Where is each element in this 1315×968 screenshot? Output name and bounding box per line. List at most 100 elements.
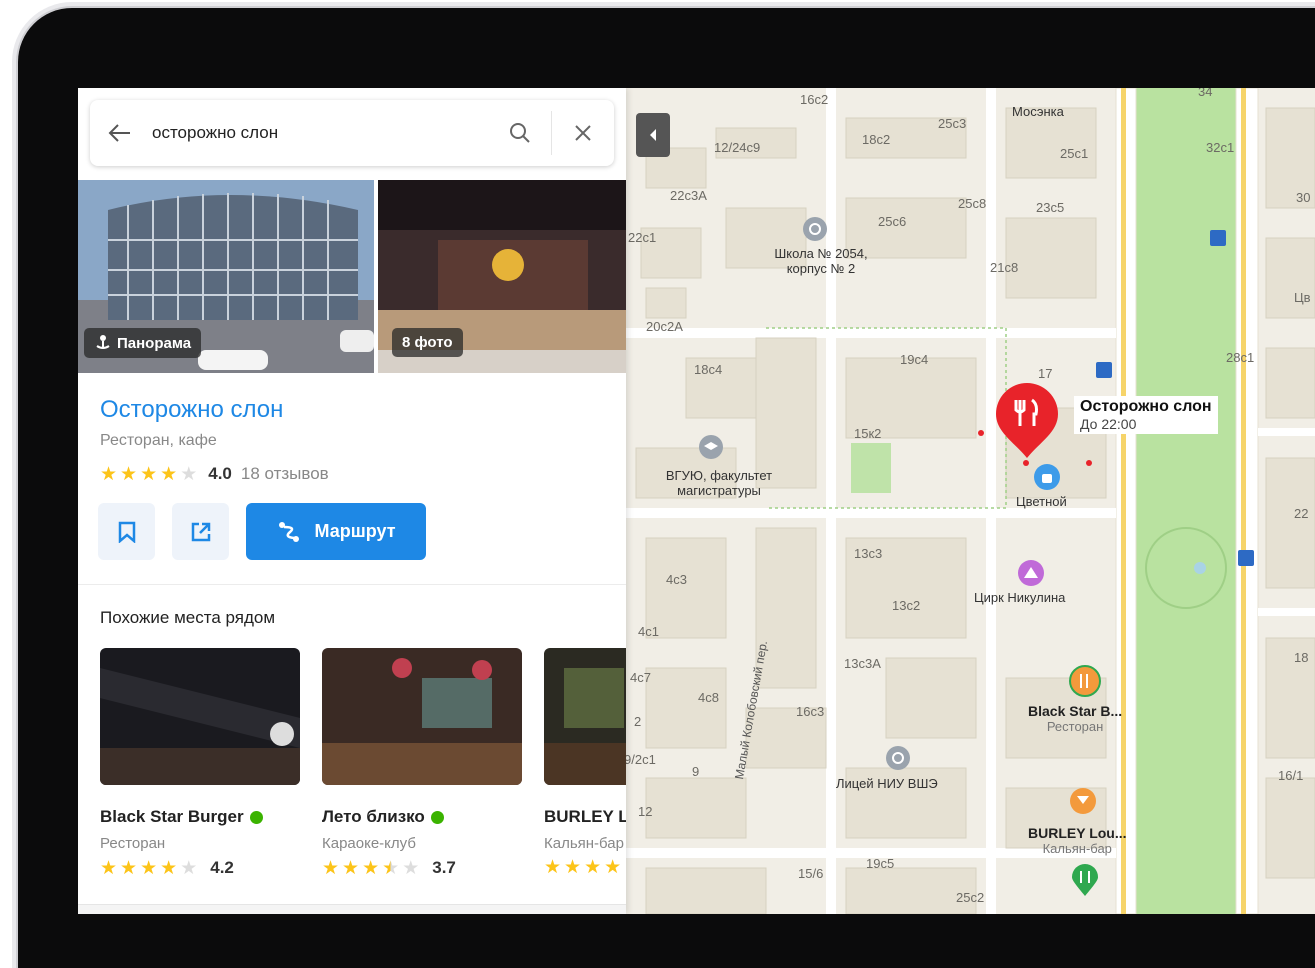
poi-label[interactable]: Цветной xyxy=(1016,494,1067,509)
star-icon: ★ xyxy=(564,857,582,877)
clear-button[interactable] xyxy=(552,100,614,166)
share-button[interactable] xyxy=(172,503,229,560)
card-title: BURLEY Lounge xyxy=(544,807,626,827)
house-number: 25с3 xyxy=(938,116,967,131)
school-icon[interactable] xyxy=(802,216,828,242)
star-half-icon: ★ xyxy=(382,857,400,879)
search-input[interactable] xyxy=(150,112,489,154)
metro-icon xyxy=(1210,230,1226,246)
house-number: 12 xyxy=(638,804,653,819)
house-number: 13с3 xyxy=(854,546,883,561)
poi-label[interactable]: BURLEY Lou... Кальян-бар xyxy=(1028,825,1127,857)
gallery-photo[interactable]: 8 фото xyxy=(378,180,626,373)
house-number: 16/1 xyxy=(1278,768,1304,783)
lyceum-icon[interactable] xyxy=(884,744,912,772)
star-icon: ★ xyxy=(604,857,622,877)
bookmark-button[interactable] xyxy=(98,503,155,560)
star-icon: ★ xyxy=(342,857,360,879)
route-icon xyxy=(279,521,300,542)
house-number: 22с3А xyxy=(670,188,707,203)
selected-place-pin[interactable] xyxy=(994,382,1060,460)
card-rating: ★ ★ ★ ★ ★ 3.7 xyxy=(322,858,522,878)
reviews-link[interactable]: 18 отзывов xyxy=(241,464,329,484)
house-number: 19с4 xyxy=(900,352,929,367)
poi-label[interactable]: Школа № 2054, корпус № 2 xyxy=(756,246,886,276)
house-number: 16с2 xyxy=(800,92,829,107)
poi-label[interactable]: Black Star B... Ресторан xyxy=(1028,703,1123,735)
similar-place-card[interactable]: Black Star Burger Ресторан ★ ★ ★ ★ ★ 4.2 xyxy=(100,648,300,878)
hookah-bar-icon[interactable] xyxy=(1068,786,1098,816)
star-icon: ★ xyxy=(180,463,198,485)
star-icon: ★ xyxy=(100,463,118,485)
house-number: 17 xyxy=(1038,366,1053,381)
pin-name: Осторожно слон xyxy=(1080,398,1212,415)
panorama-photo[interactable]: Панорама xyxy=(78,180,374,373)
card-image xyxy=(100,648,300,785)
card-rating: ★ ★ ★ ★ ★ 4.2 xyxy=(100,858,300,878)
house-number: 13с2 xyxy=(892,598,921,613)
card-category: Ресторан xyxy=(100,835,166,852)
star-icon: ★ xyxy=(120,463,138,485)
poi-name: BURLEY Lou... xyxy=(1028,825,1127,841)
search-button[interactable] xyxy=(489,100,551,166)
back-button[interactable] xyxy=(90,100,150,166)
house-number: 25с1 xyxy=(1060,146,1089,161)
similar-place-card[interactable]: Лето близко Караоке-клуб ★ ★ ★ ★ ★ 3.7 xyxy=(322,648,522,878)
house-number: 22 xyxy=(1294,506,1309,521)
photo-strip: Панорама 8 фото xyxy=(78,180,626,373)
house-number: Цв xyxy=(1294,290,1311,305)
house-number: 12/24с9 xyxy=(714,140,761,155)
poi-label[interactable]: Мосэнка xyxy=(1012,104,1064,119)
house-number: 20с2А xyxy=(646,319,683,334)
house-number: 25с2 xyxy=(956,890,985,905)
chevron-left-icon xyxy=(650,129,656,141)
poi-name: Black Star B... xyxy=(1028,703,1123,719)
poi-label[interactable]: Лицей НИУ ВШЭ xyxy=(836,776,938,791)
restaurant-icon[interactable] xyxy=(1068,664,1102,698)
poi-label[interactable]: Цирк Никулина xyxy=(974,590,1065,605)
house-number: 15к2 xyxy=(854,426,882,441)
card-name: BURLEY Lounge xyxy=(544,807,626,826)
photo-count-badge[interactable]: 8 фото xyxy=(392,328,463,357)
place-category: Ресторан, кафе xyxy=(100,432,217,449)
bookmark-icon xyxy=(118,521,135,543)
place-title[interactable]: Осторожно слон xyxy=(100,396,283,424)
metro-icon xyxy=(1238,550,1254,566)
card-name: Black Star Burger xyxy=(100,807,244,826)
close-icon xyxy=(575,125,591,141)
star-icon: ★ xyxy=(584,857,602,877)
card-category: Караоке-клуб xyxy=(322,835,416,852)
similar-place-card[interactable]: BURLEY Lounge Кальян-бар ★★★★ xyxy=(544,648,626,877)
place-panel: Панорама 8 фото Осторожно слон Ресторан,… xyxy=(78,88,626,914)
circus-icon[interactable] xyxy=(1016,558,1046,588)
card-name: Лето близко xyxy=(322,807,425,826)
house-number: 4с3 xyxy=(666,572,687,587)
shopping-icon[interactable] xyxy=(1032,462,1062,492)
house-number: 4с8 xyxy=(698,690,719,705)
house-number: 13с3А xyxy=(844,656,881,671)
card-image xyxy=(544,648,626,785)
map-area[interactable]: 16с2 25с3 12/24с9 18с2 25с1 22с3А 25с8 2… xyxy=(626,88,1315,914)
house-number: 18с4 xyxy=(694,362,723,377)
rating-value: 4.0 xyxy=(208,464,232,483)
similar-places-heading: Похожие места рядом xyxy=(100,608,276,627)
action-buttons: Маршрут xyxy=(98,503,426,560)
star-icon: ★ xyxy=(160,857,178,879)
star-icon: ★ xyxy=(140,857,158,879)
poi-category: Кальян-бар xyxy=(1042,841,1112,856)
house-number: 30 xyxy=(1296,190,1311,205)
university-icon[interactable] xyxy=(698,434,724,460)
star-icon: ★ xyxy=(120,857,138,879)
collapse-panel-button[interactable] xyxy=(636,113,670,157)
house-number: 19с5 xyxy=(866,856,895,871)
house-number: 18 xyxy=(1294,650,1309,665)
route-label: Маршрут xyxy=(314,521,396,541)
place-rating[interactable]: ★ ★ ★ ★ ★ 4.0 18 отзывов xyxy=(100,464,329,484)
pin-hours: До 22:00 xyxy=(1080,416,1137,432)
house-number: 32с1 xyxy=(1206,140,1235,155)
restaurant-pin-icon[interactable] xyxy=(1070,864,1100,898)
selected-place-label[interactable]: Осторожно слон До 22:00 xyxy=(1074,396,1218,434)
route-button[interactable]: Маршрут xyxy=(246,503,426,560)
panorama-badge[interactable]: Панорама xyxy=(84,328,202,358)
poi-label[interactable]: ВГУЮ, факультет магистратуры xyxy=(644,468,794,498)
